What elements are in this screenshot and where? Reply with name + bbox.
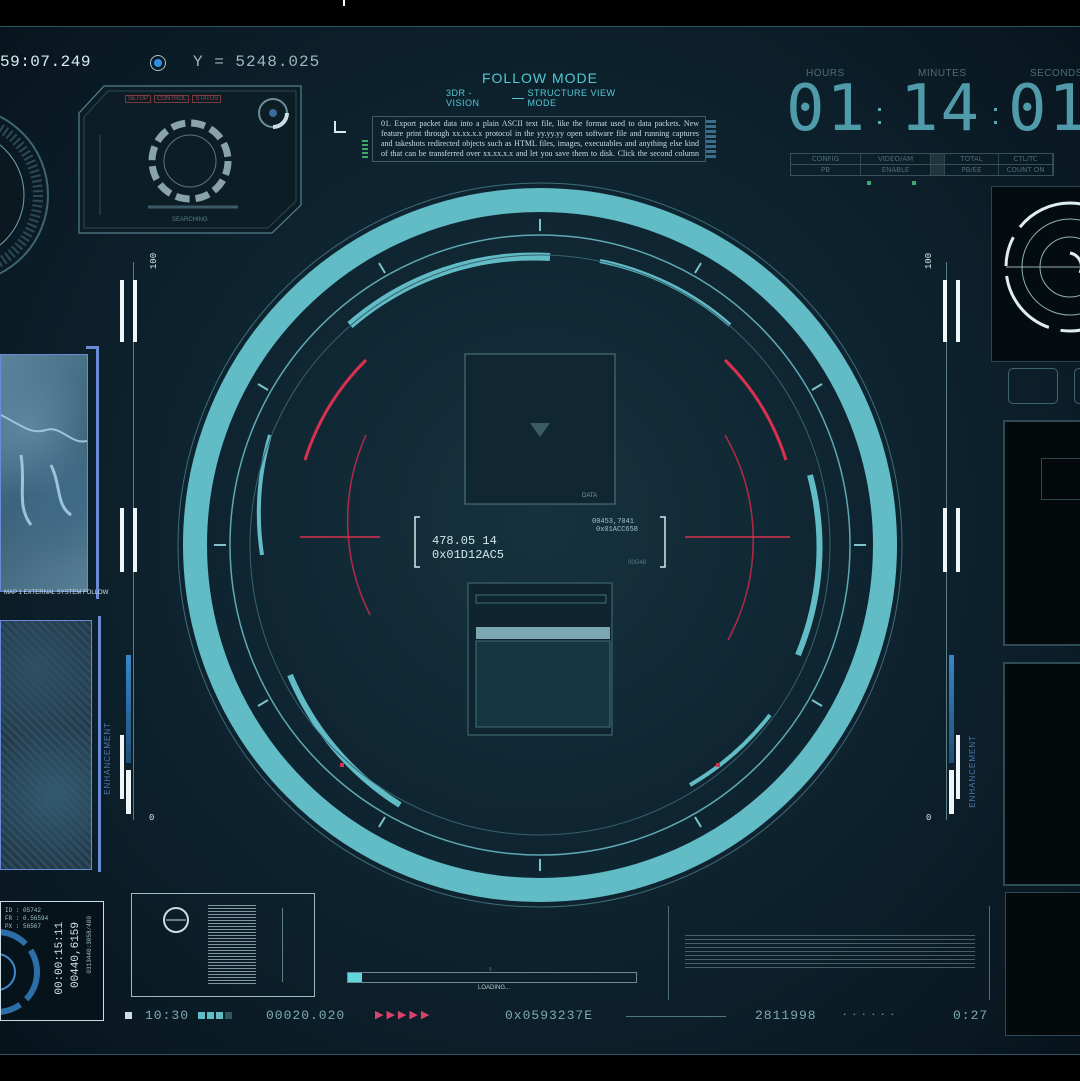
subtitle-vision: 3DR - VISION bbox=[446, 88, 480, 108]
left-radar-dial bbox=[0, 115, 49, 275]
left-scale-min: 0 bbox=[149, 813, 155, 823]
map-frame-top bbox=[86, 346, 99, 599]
right-scale-bar bbox=[949, 770, 954, 814]
footer-play-indicators: ▶▶▶▶▶ bbox=[375, 1008, 433, 1021]
left-scale-bar bbox=[126, 770, 131, 814]
info-indicator bbox=[362, 138, 368, 158]
status-pb: PB bbox=[791, 165, 861, 175]
info-panel: 01. Export packet data into a plain ASCI… bbox=[372, 116, 706, 162]
bl-line-1: ID : 05742 bbox=[5, 907, 42, 914]
loading-bar bbox=[347, 972, 637, 983]
log-panel bbox=[668, 906, 990, 1000]
clock-minutes: 14 bbox=[900, 72, 982, 146]
status-total: TOTAL bbox=[945, 154, 999, 164]
panel-tabs: SETUP CONTROL STATUS bbox=[125, 95, 222, 103]
center-readout-line2: 0x01D12AC5 bbox=[432, 548, 505, 562]
document-panel bbox=[131, 893, 315, 997]
bl-value-b: 00440,6159 bbox=[70, 922, 82, 989]
right-scale-max: 100 bbox=[924, 252, 935, 270]
bottom-bar bbox=[0, 1054, 1080, 1081]
top-bar bbox=[0, 0, 1080, 27]
bl-line-3: PX : 56567 bbox=[5, 923, 42, 930]
status-enable: ENABLE bbox=[861, 165, 931, 175]
right-scale-min: 0 bbox=[926, 813, 932, 823]
left-scale-level bbox=[126, 655, 131, 763]
map-frame-bottom bbox=[90, 616, 101, 872]
left-scale-bar bbox=[133, 280, 137, 342]
center-readout-right-2: 0x01ACC658 bbox=[596, 526, 639, 534]
data-label: DATA bbox=[582, 493, 598, 499]
right-scale-bar bbox=[956, 508, 960, 572]
loading-label: LOADING... bbox=[478, 985, 511, 991]
center-readout-right-1: 00453,7041 bbox=[592, 518, 635, 526]
tab-status[interactable]: STATUS bbox=[192, 95, 222, 103]
right-scale-bar bbox=[943, 508, 947, 572]
clock-seconds: 01 bbox=[1008, 72, 1080, 146]
footer-serial: 2811998 bbox=[755, 1008, 817, 1023]
status-led-2 bbox=[912, 181, 916, 185]
bl-line-2: FR : 0.56594 bbox=[5, 915, 49, 922]
targeting-reticle bbox=[177, 182, 903, 908]
loading-number: 5 bbox=[489, 967, 492, 973]
map-caption: MAP 1 EXTERNAL SYSTEM FOLLOW bbox=[4, 590, 109, 596]
tab-setup[interactable]: SETUP bbox=[125, 95, 152, 103]
right-button-1[interactable] bbox=[1008, 368, 1058, 404]
y-coordinate-readout: Y = 5248.025 bbox=[193, 53, 321, 71]
status-video: VIDEO/AM bbox=[861, 154, 931, 164]
left-scale-label: ENHANCEMENT bbox=[103, 722, 112, 795]
footer-square-icon bbox=[125, 1012, 132, 1019]
footer-counter: 00020.020 bbox=[266, 1008, 346, 1023]
tab-control[interactable]: CONTROL bbox=[154, 95, 190, 103]
footer-level-blocks bbox=[198, 1012, 232, 1019]
footer-dots: ······ bbox=[843, 1008, 900, 1021]
target-icon bbox=[150, 55, 166, 71]
footer-hex: 0x0593237E bbox=[505, 1008, 594, 1023]
left-scale-bar bbox=[120, 735, 124, 799]
status-ctl: CTL/TC bbox=[999, 154, 1053, 164]
status-config: CONFIG bbox=[791, 154, 861, 164]
right-video-panel-footer bbox=[1005, 892, 1080, 1036]
left-scale-bar bbox=[133, 508, 137, 572]
left-scale-bar bbox=[120, 280, 124, 342]
right-scale-label: ENHANCEMENT bbox=[968, 735, 977, 808]
corner-bracket bbox=[334, 121, 346, 133]
footer-right-time: 0:27 bbox=[953, 1008, 989, 1023]
status-pbee: PB/EE bbox=[945, 165, 999, 175]
left-scale-max: 100 bbox=[149, 252, 160, 270]
bl-code: 0313440:3058/400 bbox=[86, 916, 93, 974]
center-small-code: 00G48 bbox=[628, 560, 647, 566]
center-readout-line1: 478.05 14 bbox=[432, 534, 497, 548]
info-text: 01. Export packet data into a plain ASCI… bbox=[381, 119, 699, 158]
right-radar-panel bbox=[991, 186, 1080, 362]
clock-hours: 01 bbox=[786, 72, 868, 146]
clock-colon-1 bbox=[878, 108, 881, 124]
info-bars bbox=[706, 118, 716, 158]
right-scale-bar bbox=[956, 280, 960, 342]
right-scale-bar bbox=[956, 735, 960, 799]
subtitle-structure: STRUCTURE VIEW MODE bbox=[527, 88, 616, 108]
x-coordinate-readout: 59:07.249 bbox=[0, 53, 91, 71]
right-scale-level bbox=[949, 655, 954, 763]
clock-status-panel: CONFIG VIDEO/AM TOTAL CTL/TC PB ENABLE P… bbox=[790, 153, 1054, 176]
right-video-panel-bottom bbox=[1003, 662, 1080, 886]
footer-line bbox=[626, 1016, 726, 1017]
clock-colon-2 bbox=[994, 108, 997, 124]
left-scale-bar bbox=[120, 508, 124, 572]
hud-frame: 59:07.249 Y = 5248.025 SETUP CONTROL STA… bbox=[0, 0, 1080, 1081]
right-scale-bar bbox=[943, 280, 947, 342]
footer-time: 10:30 bbox=[145, 1008, 190, 1023]
bottom-left-panel: ID : 05742 FR : 0.56594 PX : 56567 00:00… bbox=[0, 901, 104, 1021]
top-marker bbox=[343, 0, 345, 6]
mode-subtitle: 3DR - VISION STRUCTURE VIEW MODE bbox=[446, 88, 646, 108]
right-button-2[interactable] bbox=[1074, 368, 1080, 404]
map-panel-top bbox=[0, 354, 88, 592]
right-video-panel-top bbox=[1003, 420, 1080, 646]
mode-title: FOLLOW MODE bbox=[481, 70, 598, 86]
bl-value-a: 00:00:15:11 bbox=[54, 922, 66, 995]
map-panel-bottom bbox=[0, 620, 92, 870]
status-count: COUNT ON bbox=[999, 165, 1053, 175]
